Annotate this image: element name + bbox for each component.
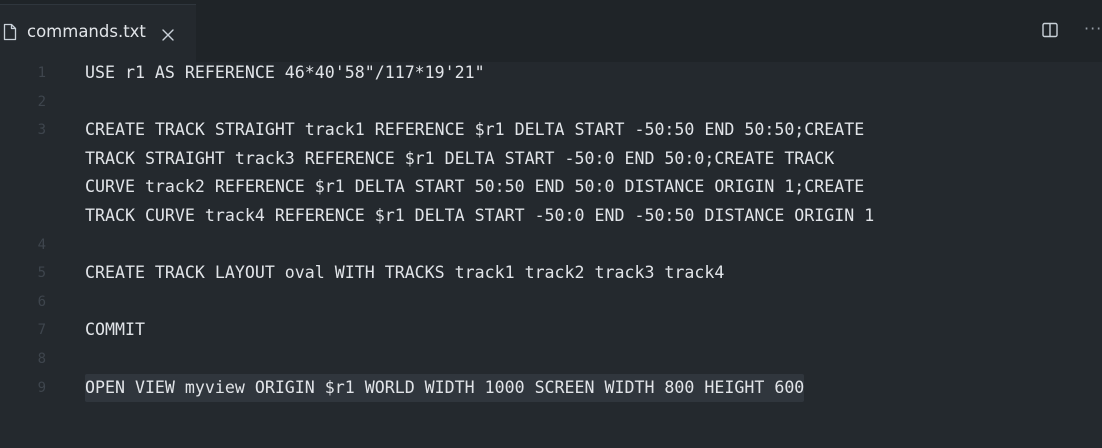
code-line[interactable]: 5 CREATE TRACK LAYOUT oval WITH TRACKS tr… — [0, 259, 1102, 287]
code-line[interactable]: 2 — [0, 88, 1102, 116]
editor-window: commands.txt ··· 1 USE r1 AS REFERENCE 46… — [0, 0, 1102, 448]
file-icon — [2, 23, 18, 41]
split-editor-icon[interactable] — [1041, 21, 1059, 39]
tab-title: commands.txt — [27, 22, 146, 41]
line-text: TRACK CURVE track4 REFERENCE $r1 DELTA S… — [85, 206, 875, 225]
line-text: CURVE track2 REFERENCE $r1 DELTA START 5… — [85, 177, 865, 197]
line-number: 7 — [37, 322, 46, 339]
line-text: TRACK STRAIGHT track3 REFERENCE $r1 DELT… — [85, 148, 835, 168]
code-line[interactable]: 3 CREATE TRACK STRAIGHT track1 REFERENCE … — [0, 116, 1102, 144]
code-line[interactable]: 9 OPEN VIEW myview ORIGIN $r1 WORLD WIDTH… — [0, 373, 1102, 402]
line-number: 3 — [37, 122, 46, 139]
code-line[interactable]: 6 — [0, 288, 1102, 316]
line-text: CREATE TRACK STRAIGHT track1 REFERENCE $… — [85, 120, 865, 140]
code-line[interactable]: TRACK CURVE track4 REFERENCE $r1 DELTA S… — [0, 202, 1102, 230]
line-number: 6 — [37, 293, 46, 310]
line-number: 1 — [37, 65, 46, 81]
line-number: 5 — [37, 265, 46, 282]
code-line[interactable]: CURVE track2 REFERENCE $r1 DELTA START 5… — [0, 173, 1102, 201]
line-number: 4 — [37, 236, 46, 253]
tab-bar: commands.txt ··· — [0, 0, 1102, 62]
line-number: 2 — [37, 93, 46, 110]
code-line[interactable]: TRACK STRAIGHT track3 REFERENCE $r1 DELT… — [0, 145, 1102, 173]
code-line[interactable]: 4 — [0, 231, 1102, 259]
code-editor[interactable]: 1 USE r1 AS REFERENCE 46*40'58"/117*19'21… — [0, 62, 1102, 448]
code-line[interactable]: 7 COMMIT — [0, 316, 1102, 344]
line-number: 9 — [37, 379, 46, 396]
close-icon[interactable] — [161, 27, 175, 41]
more-actions-icon[interactable]: ··· — [1084, 19, 1102, 38]
line-number: 8 — [37, 351, 46, 367]
line-text: OPEN VIEW myview ORIGIN $r1 WORLD WIDTH … — [85, 373, 805, 402]
line-text: USE r1 AS REFERENCE 46*40'58"/117*19'21" — [85, 63, 485, 82]
tab-commands-txt[interactable]: commands.txt — [0, 4, 196, 62]
code-line[interactable]: 8 — [0, 345, 1102, 373]
line-text: CREATE TRACK LAYOUT oval WITH TRACKS tra… — [85, 263, 725, 283]
code-line[interactable]: 1 USE r1 AS REFERENCE 46*40'58"/117*19'21… — [0, 59, 1102, 87]
line-text: COMMIT — [85, 320, 145, 340]
